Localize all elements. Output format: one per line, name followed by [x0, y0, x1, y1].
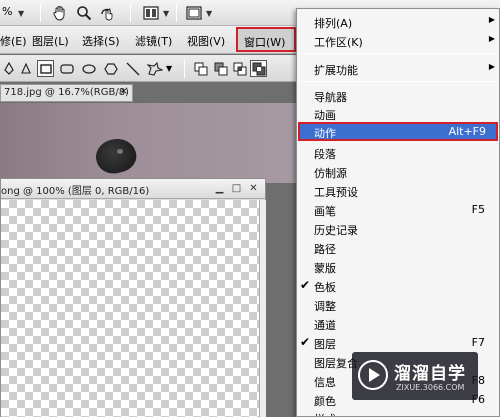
menu-view[interactable]: 视图(V)	[187, 33, 225, 49]
menu-separator	[299, 53, 497, 54]
watermark: 溜溜自学 ZIXUE.3066.COM	[352, 352, 478, 400]
maximize-icon[interactable]: □	[230, 182, 243, 195]
photo-object-detail	[117, 149, 123, 154]
menu-item-arrange[interactable]: 排列(A) ▶	[297, 13, 499, 30]
document-canvas[interactable]	[0, 103, 300, 183]
floating-window-titlebar[interactable]: ong @ 100% (图层 0, RGB/16) ▁ □ ✕	[1, 179, 265, 199]
polygon-icon[interactable]	[102, 60, 119, 77]
play-icon	[369, 368, 380, 382]
menu-item-actions[interactable]: 动作 Alt+F9	[298, 122, 498, 141]
menu-item-layers[interactable]: ✔ 图层 F7	[297, 334, 499, 351]
pen-icon[interactable]	[0, 60, 17, 77]
submenu-arrow-icon: ▶	[488, 62, 495, 71]
menu-layer[interactable]: 图层(L)	[32, 33, 69, 49]
new-layer-icon[interactable]	[192, 60, 209, 77]
menu-item-clone-source[interactable]: 仿制源	[297, 163, 499, 180]
menu-item-swatches[interactable]: ✔ 色板	[297, 277, 499, 294]
intersect-icon[interactable]	[231, 60, 248, 77]
menu-filter[interactable]: 滤镜(T)	[135, 33, 172, 49]
watermark-subtitle: ZIXUE.3066.COM	[396, 383, 465, 392]
custom-shape-icon[interactable]	[146, 60, 163, 77]
screen-mode-dropdown-icon[interactable]: ▼	[206, 9, 212, 18]
menu-item-channels[interactable]: 通道	[297, 315, 499, 332]
hand-icon[interactable]	[50, 3, 70, 23]
rounded-rectangle-icon[interactable]	[58, 60, 75, 77]
menu-item-brushes[interactable]: 画笔 F5	[297, 201, 499, 218]
shape-dropdown-icon[interactable]: ▼	[166, 64, 172, 73]
exclude-icon[interactable]	[250, 60, 267, 77]
menu-item-history[interactable]: 历史记录	[297, 220, 499, 237]
menu-item-tool-presets[interactable]: 工具预设	[297, 182, 499, 199]
menu-item-adjustments[interactable]: 调整	[297, 296, 499, 313]
menu-item-styles[interactable]: 样式	[297, 409, 499, 416]
toolbar-separator	[176, 3, 177, 22]
rectangle-tool-icon[interactable]	[37, 60, 54, 77]
zoom-level[interactable]: %	[2, 5, 12, 18]
menu-select[interactable]: 选择(S)	[82, 33, 120, 49]
menu-item-paragraph[interactable]: 段落	[297, 144, 499, 161]
arrange-dropdown-icon[interactable]: ▼	[163, 9, 169, 18]
path-mode-icon[interactable]	[17, 60, 34, 77]
checkmark-icon: ✔	[300, 278, 311, 292]
toolbar-separator	[184, 59, 185, 78]
menu-item-paths[interactable]: 路径	[297, 239, 499, 256]
rotate-view-icon[interactable]	[98, 3, 118, 23]
menu-item-workspace[interactable]: 工作区(K) ▶	[297, 32, 499, 49]
transparent-canvas[interactable]	[1, 200, 259, 417]
document-tab-title: 718.jpg @ 16.7%(RGB/8)	[4, 87, 129, 98]
line-icon[interactable]	[124, 60, 141, 77]
menu-item-masks[interactable]: 蒙版	[297, 258, 499, 275]
menu-window[interactable]: 窗口(W)	[236, 27, 296, 52]
zoom-dropdown-icon[interactable]: ▼	[18, 9, 24, 18]
menu-item-extensions[interactable]: 扩展功能 ▶	[297, 60, 499, 77]
vertical-scrollbar[interactable]	[259, 200, 266, 417]
close-icon[interactable]: ×	[120, 86, 128, 97]
document-tab[interactable]: 718.jpg @ 16.7%(RGB/8) ×	[0, 84, 133, 102]
checkmark-icon: ✔	[300, 335, 311, 349]
zoom-icon[interactable]	[74, 3, 94, 23]
floating-document-window[interactable]: ong @ 100% (图层 0, RGB/16) ▁ □ ✕	[0, 178, 266, 417]
floating-window-title: ong @ 100% (图层 0, RGB/16)	[1, 186, 150, 197]
screen-mode-icon[interactable]	[184, 3, 204, 23]
toolbar-separator	[130, 3, 131, 22]
menu-separator	[299, 81, 497, 82]
close-icon[interactable]: ✕	[247, 182, 260, 195]
subtract-icon[interactable]	[212, 60, 229, 77]
submenu-arrow-icon: ▶	[488, 34, 495, 43]
menu-item-animation[interactable]: 动画	[297, 105, 499, 122]
menu-edit[interactable]: 修(E)	[0, 33, 27, 49]
minimize-icon[interactable]: ▁	[213, 182, 226, 195]
toolbar-separator	[40, 3, 41, 22]
ellipse-icon[interactable]	[80, 60, 97, 77]
menu-item-navigator[interactable]: 导航器	[297, 87, 499, 104]
arrange-documents-icon[interactable]	[141, 3, 161, 23]
submenu-arrow-icon: ▶	[488, 15, 495, 24]
watermark-title: 溜溜自学	[394, 364, 466, 384]
